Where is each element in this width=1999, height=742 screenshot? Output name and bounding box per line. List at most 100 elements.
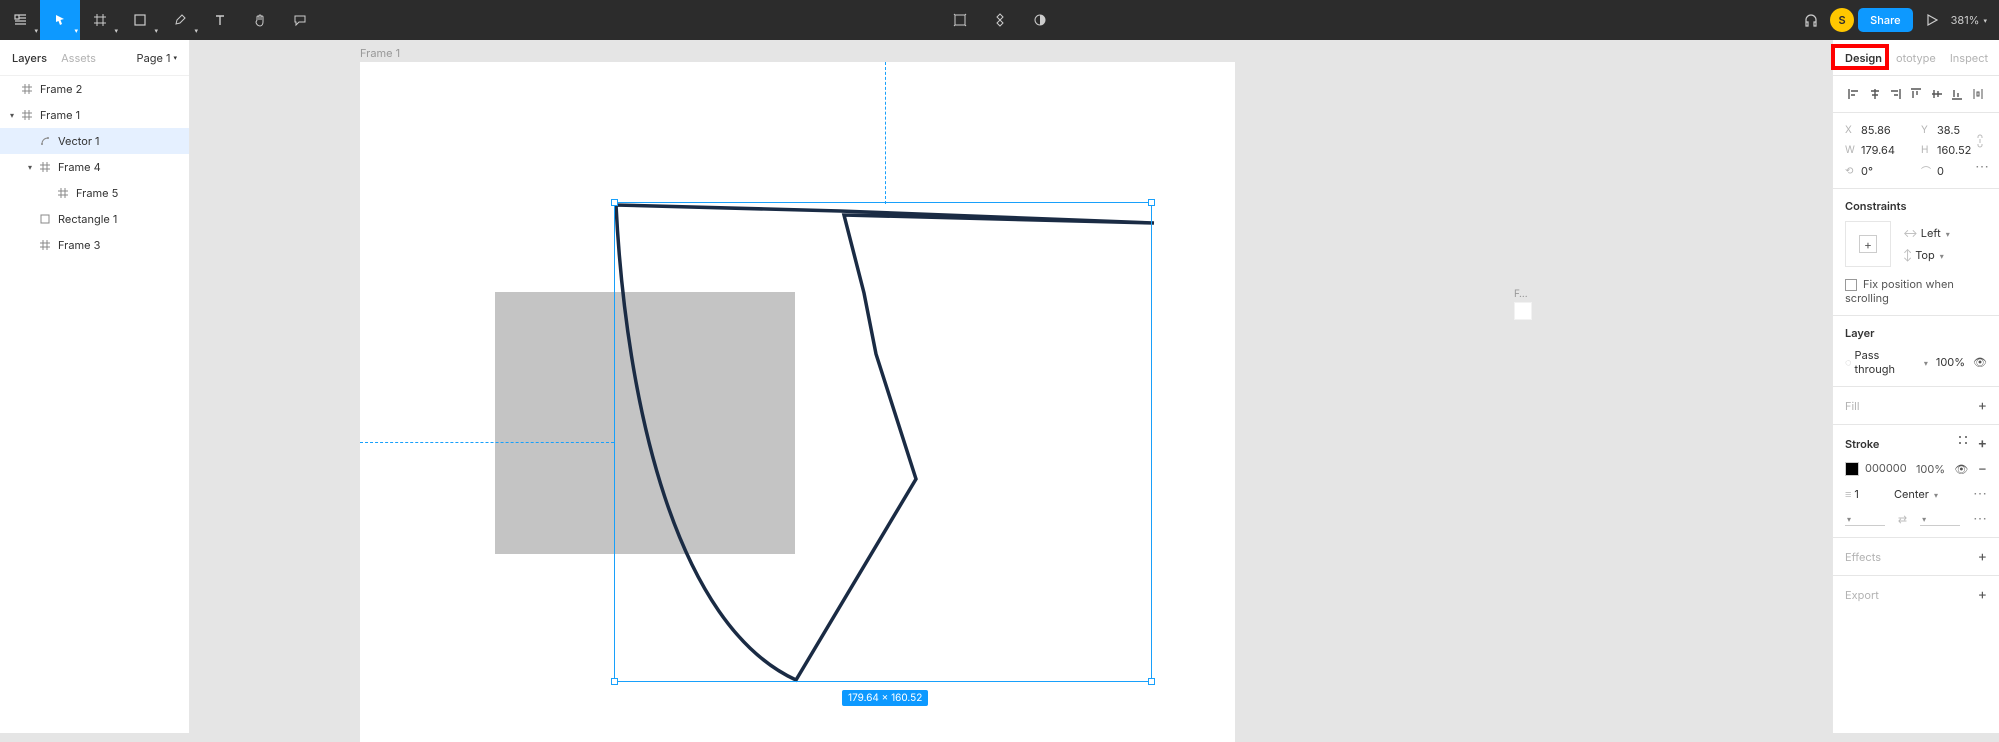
constraint-h-value: Left: [1921, 226, 1941, 240]
layer-row-frame3[interactable]: Frame 3: [0, 232, 189, 258]
distribute-button[interactable]: [1969, 86, 1987, 102]
layer-row-frame4[interactable]: ▾ Frame 4: [0, 154, 189, 180]
constraint-vertical-select[interactable]: ↕Top: [1903, 248, 1950, 262]
frame-tool-button[interactable]: ▾: [80, 0, 120, 40]
more-transform-button[interactable]: [1975, 158, 1989, 175]
frame-icon: [20, 84, 34, 94]
selection-handle-ne[interactable]: [1148, 199, 1155, 206]
main-menu-button[interactable]: ▾: [0, 0, 40, 40]
tab-layers[interactable]: Layers: [12, 51, 47, 65]
frame1-title[interactable]: Frame 1: [360, 46, 400, 60]
x-field[interactable]: X85.86: [1845, 123, 1911, 137]
text-tool-button[interactable]: [200, 0, 240, 40]
move-tool-button[interactable]: ▾: [40, 0, 80, 40]
comment-tool-button[interactable]: [280, 0, 320, 40]
component-tool-button[interactable]: [940, 0, 980, 40]
layer-row-vector1[interactable]: Vector 1: [0, 128, 189, 154]
fix-position-checkbox[interactable]: Fix position when scrolling: [1845, 277, 1987, 305]
layer-row-rectangle1[interactable]: Rectangle 1: [0, 206, 189, 232]
create-component-button[interactable]: [980, 0, 1020, 40]
rotation-icon: ⟲: [1845, 165, 1857, 177]
alignment-section: [1833, 76, 1999, 113]
align-hcenter-button[interactable]: [1866, 86, 1884, 102]
radius-icon: ⌒: [1921, 163, 1933, 178]
guide-vertical: [885, 62, 886, 204]
constraint-v-value: Top: [1915, 248, 1935, 262]
tab-inspect[interactable]: Inspect: [1950, 51, 1988, 65]
selection-handle-nw[interactable]: [611, 199, 618, 206]
layer-label: Frame 4: [58, 160, 101, 174]
stroke-advanced-button[interactable]: [1973, 485, 1987, 502]
remove-stroke-button[interactable]: −: [1978, 460, 1987, 477]
constraints-widget[interactable]: +: [1845, 221, 1891, 267]
shape-tool-button[interactable]: ▾: [120, 0, 160, 40]
layer-visibility-toggle[interactable]: 👁: [1973, 355, 1987, 369]
stroke-caps-more-button[interactable]: [1973, 510, 1987, 527]
tab-assets[interactable]: Assets: [61, 51, 96, 65]
fill-section: Fill +: [1833, 387, 1999, 425]
vector-icon: [38, 136, 52, 146]
rotation-field[interactable]: ⟲ 0°: [1845, 164, 1911, 178]
avatar-letter: S: [1839, 13, 1846, 27]
constraints-title: Constraints: [1845, 199, 1987, 213]
selection-handle-se[interactable]: [1148, 678, 1155, 685]
user-avatar[interactable]: S: [1830, 8, 1854, 32]
stroke-visibility-toggle[interactable]: 👁: [1954, 462, 1968, 476]
swap-caps-button[interactable]: ⇄: [1898, 512, 1907, 526]
stroke-color-field[interactable]: 000000: [1845, 461, 1907, 476]
blend-mode-value: Pass through: [1855, 348, 1919, 376]
layer-label: Frame 3: [58, 238, 100, 252]
share-button[interactable]: Share: [1858, 8, 1912, 32]
design-tab-highlight-annotation: [1831, 44, 1889, 70]
stroke-cap-start-select[interactable]: [1845, 511, 1885, 526]
effects-title: Effects: [1845, 550, 1881, 564]
layer-row-frame1[interactable]: ▾ Frame 1: [0, 102, 189, 128]
align-bottom-button[interactable]: [1948, 86, 1966, 102]
zoom-selector[interactable]: 381% ▾: [1951, 13, 1987, 27]
stroke-weight-value: 1: [1854, 487, 1858, 501]
constrain-proportions-button[interactable]: [1975, 134, 1989, 148]
tab-prototype[interactable]: ototype: [1896, 51, 1936, 65]
fix-position-label: Fix position when scrolling: [1845, 277, 1954, 305]
h-value: 160.52: [1937, 143, 1971, 157]
align-top-button[interactable]: [1907, 86, 1925, 102]
selection-size-badge: 179.64 × 160.52: [842, 690, 928, 706]
selection-handle-sw[interactable]: [611, 678, 618, 685]
stroke-cap-end-select[interactable]: [1920, 511, 1960, 526]
frame-tiny-artboard[interactable]: [1514, 302, 1532, 320]
transform-section: X85.86 Y38.5 W179.64 H160.52 ⟲0° ⌒0: [1833, 113, 1999, 189]
stroke-align-select[interactable]: Center: [1894, 487, 1938, 501]
stroke-weight-field[interactable]: ≡1: [1845, 487, 1859, 501]
align-vcenter-button[interactable]: [1928, 86, 1946, 102]
constraint-horizontal-select[interactable]: ↔Left: [1903, 226, 1950, 240]
align-left-button[interactable]: [1845, 86, 1863, 102]
page-selector[interactable]: Page 1▾: [137, 51, 177, 65]
layer-row-frame2[interactable]: Frame 2: [0, 76, 189, 102]
layer-row-frame5[interactable]: Frame 5: [0, 180, 189, 206]
w-label: W: [1845, 144, 1857, 156]
hand-tool-button[interactable]: [240, 0, 280, 40]
frame-tiny-label[interactable]: F…: [1514, 288, 1528, 300]
add-stroke-button[interactable]: +: [1978, 435, 1987, 452]
align-right-button[interactable]: [1886, 86, 1904, 102]
left-panel: Layers Assets Page 1▾ Frame 2 ▾ Frame 1 …: [0, 40, 190, 733]
rotation-value: 0°: [1861, 164, 1873, 178]
stroke-style-button[interactable]: [1958, 435, 1968, 452]
add-export-button[interactable]: +: [1978, 586, 1987, 603]
add-fill-button[interactable]: +: [1978, 397, 1987, 414]
stroke-hex-value: 000000: [1865, 461, 1907, 475]
pen-tool-button[interactable]: ▾: [160, 0, 200, 40]
stroke-opacity-field[interactable]: 100%: [1916, 462, 1945, 476]
stroke-section: Stroke + 000000 100% 👁 − ≡1 Center ⇄: [1833, 425, 1999, 538]
blend-mode-select[interactable]: ◌Pass through: [1845, 348, 1928, 376]
x-label: X: [1845, 124, 1857, 136]
headphones-icon[interactable]: [1796, 0, 1826, 40]
canvas-area[interactable]: Frame 1 179.64 × 160.52 F…: [190, 40, 1832, 733]
frame1-artboard[interactable]: 179.64 × 160.52: [360, 62, 1235, 742]
present-button[interactable]: [1917, 0, 1947, 40]
w-field[interactable]: W179.64: [1845, 143, 1911, 157]
layer-opacity-field[interactable]: 100%: [1936, 355, 1965, 369]
add-effect-button[interactable]: +: [1978, 548, 1987, 565]
layer-label: Frame 1: [40, 108, 80, 122]
mask-tool-button[interactable]: [1020, 0, 1060, 40]
